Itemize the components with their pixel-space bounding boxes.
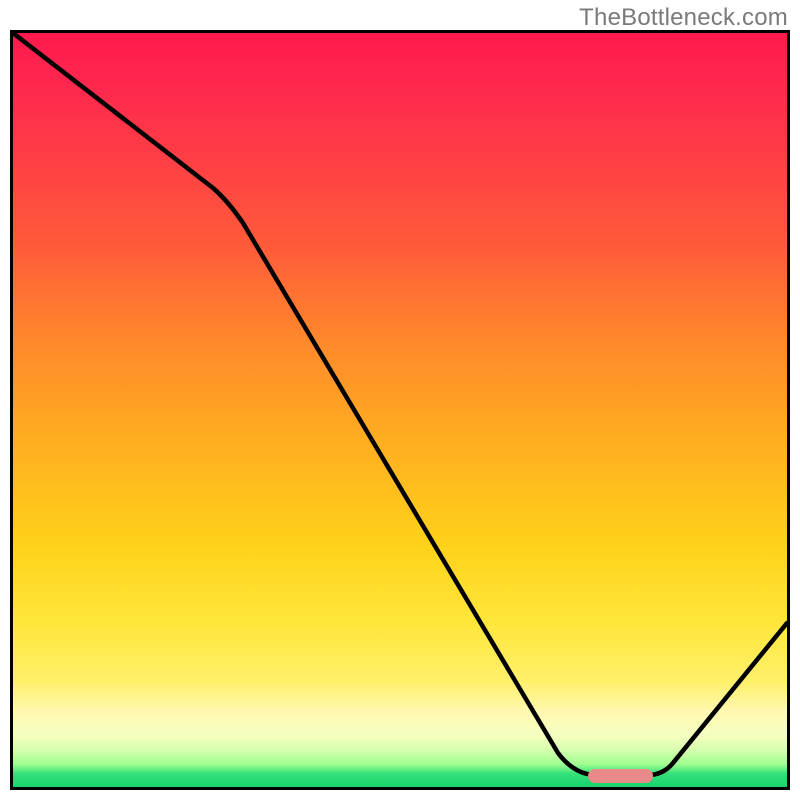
chart-frame <box>10 30 790 790</box>
curve-path <box>13 33 787 775</box>
bottleneck-curve <box>13 33 787 787</box>
watermark-text: TheBottleneck.com <box>579 4 788 32</box>
optimal-range-marker <box>588 769 653 783</box>
